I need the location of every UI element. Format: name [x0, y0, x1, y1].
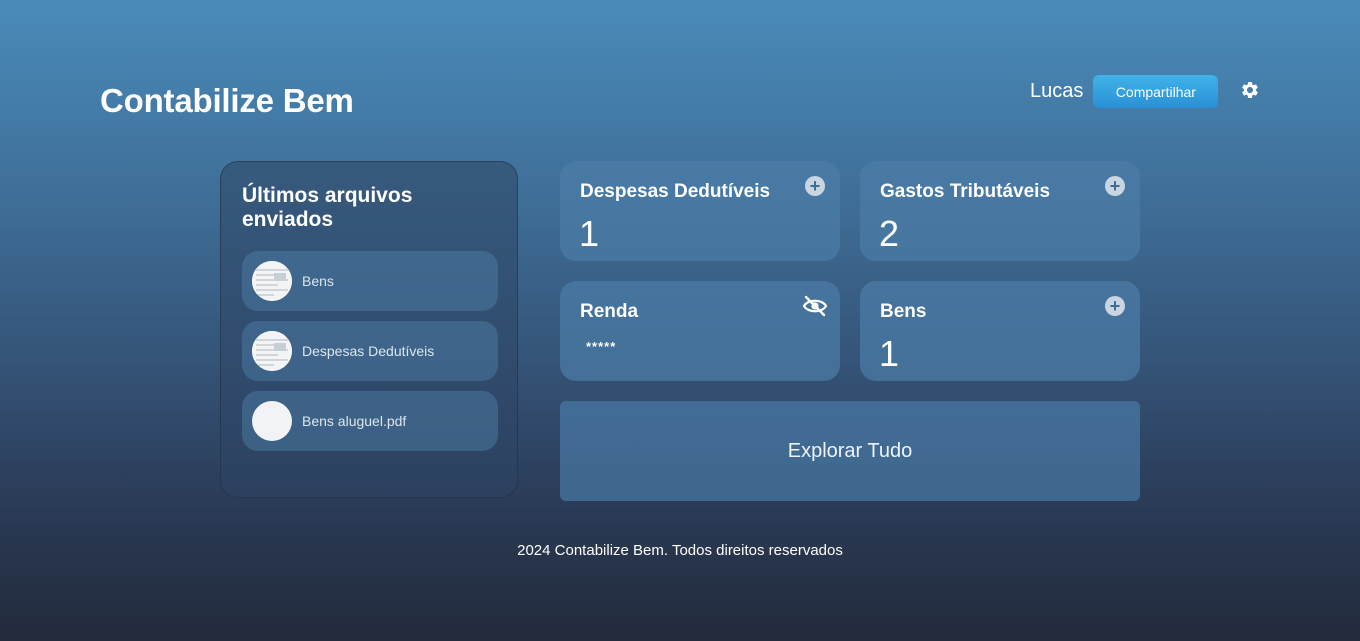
card-title: Despesas Dedutíveis: [580, 181, 771, 202]
user-name: Lucas: [1030, 80, 1084, 102]
card-bens: Bens 1 +: [860, 281, 1140, 381]
file-item-bens-aluguel[interactable]: Bens aluguel.pdf: [242, 391, 498, 451]
file-label: Despesas Dedutíveis: [302, 343, 435, 359]
app-title: Contabilize Bem: [100, 82, 354, 119]
plus-icon[interactable]: +: [1105, 176, 1125, 196]
plus-icon[interactable]: +: [1105, 296, 1125, 316]
recent-files-title: Últimos arquivos enviados: [242, 184, 413, 231]
footer-text: 2024 Contabilize Bem. Todos direitos res…: [517, 542, 843, 559]
gear-icon[interactable]: [1240, 80, 1260, 100]
recent-files-panel: Últimos arquivos enviados Bens Despesas …: [220, 161, 518, 498]
document-thumbnail: [252, 331, 292, 371]
file-item-despesas[interactable]: Despesas Dedutíveis: [242, 321, 498, 381]
card-value: 1: [879, 333, 900, 374]
card-renda: Renda *****: [560, 281, 840, 381]
explore-all-button[interactable]: Explorar Tudo: [560, 401, 1140, 501]
share-button[interactable]: Compartilhar: [1093, 75, 1219, 108]
plus-icon[interactable]: +: [805, 176, 825, 196]
user-area: Lucas Compartilhar: [1030, 75, 1219, 108]
card-title: Gastos Tributáveis: [880, 181, 1051, 202]
card-title: Bens: [880, 301, 927, 322]
document-thumbnail: [252, 261, 292, 301]
card-value: 1: [579, 213, 600, 254]
card-gastos-tributaveis: Gastos Tributáveis 2 +: [860, 161, 1140, 261]
card-title: Renda: [580, 301, 639, 322]
blank-thumbnail: [252, 401, 292, 441]
eye-off-icon[interactable]: [802, 295, 828, 317]
masked-value: *****: [586, 339, 617, 354]
card-value: 2: [879, 213, 900, 254]
card-despesas-dedutiveis: Despesas Dedutíveis 1 +: [560, 161, 840, 261]
file-item-bens[interactable]: Bens: [242, 251, 498, 311]
file-label: Bens aluguel.pdf: [302, 413, 407, 429]
file-label: Bens: [302, 273, 334, 289]
